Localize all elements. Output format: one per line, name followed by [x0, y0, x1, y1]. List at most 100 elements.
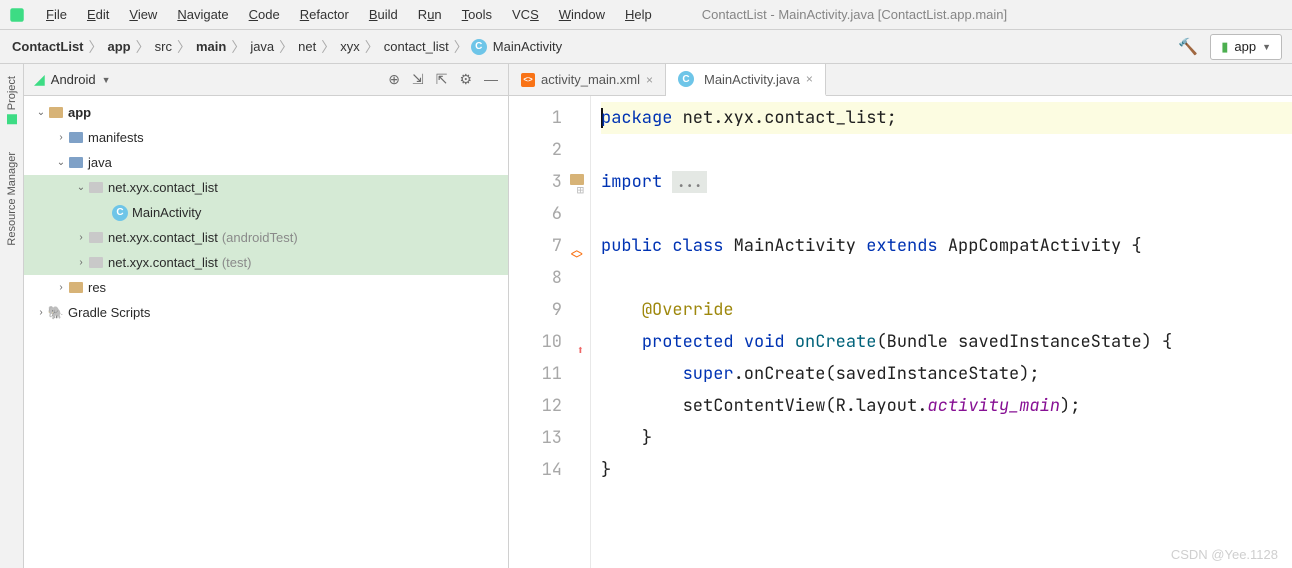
menu-vcs[interactable]: VCS [502, 3, 549, 26]
chevron-down-icon: ▼ [1262, 42, 1271, 52]
breadcrumb-xyx[interactable]: xyx [338, 39, 362, 54]
expand-arrow-icon[interactable]: › [74, 257, 88, 268]
tree-label-suffix: (test) [222, 255, 252, 270]
menu-refactor[interactable]: Refactor [290, 3, 359, 26]
menu-build[interactable]: Build [359, 3, 408, 26]
gutter-line[interactable]: 10⬆ [509, 326, 590, 358]
run-configuration-selector[interactable]: ▮ app ▼ [1210, 34, 1282, 60]
tree-node-main-activity[interactable]: › C MainActivity [24, 200, 508, 225]
tree-label: app [68, 105, 91, 120]
left-tool-strip: Project Resource Manager [0, 64, 24, 568]
tree-label: Gradle Scripts [68, 305, 150, 320]
android-studio-logo-icon [8, 6, 26, 24]
gutter-line[interactable]: 1 [509, 102, 590, 134]
tab-label: activity_main.xml [541, 72, 640, 87]
folder-icon [69, 157, 83, 168]
gradle-icon: 🐘 [48, 306, 64, 320]
gutter-line[interactable]: 12 [509, 390, 590, 422]
chevron-right-icon: 〉 [177, 37, 191, 57]
editor-tabs: <> activity_main.xml × C MainActivity.ja… [509, 64, 1292, 96]
main-area: Project Resource Manager ◢ Android ▼ ⊕ ⇲… [0, 64, 1292, 568]
breadcrumb-app[interactable]: app [106, 39, 133, 54]
tree-node-package-main[interactable]: ⌄ net.xyx.contact_list [24, 175, 508, 200]
expand-arrow-icon[interactable]: ⌄ [74, 182, 88, 193]
menu-file[interactable]: File [36, 3, 77, 26]
tree-node-package-test[interactable]: › net.xyx.contact_list (test) [24, 250, 508, 275]
chevron-right-icon: 〉 [279, 37, 293, 57]
build-hammer-icon[interactable]: 🔨 [1178, 37, 1198, 57]
tree-node-res[interactable]: › res [24, 275, 508, 300]
tree-node-gradle[interactable]: › 🐘 Gradle Scripts [24, 300, 508, 325]
tree-label: res [88, 280, 106, 295]
editor-tab-xml[interactable]: <> activity_main.xml × [509, 64, 666, 95]
tool-window-project[interactable]: Project [6, 70, 18, 130]
tree-label: java [88, 155, 112, 170]
expand-arrow-icon[interactable]: ⌄ [34, 107, 48, 118]
menu-bar: File Edit View Navigate Code Refactor Bu… [0, 0, 1292, 30]
expand-arrow-icon[interactable]: › [74, 232, 88, 243]
project-panel: ◢ Android ▼ ⊕ ⇲ ⇱ ⚙ — ⌄ app › manifests [24, 64, 509, 568]
project-tree: ⌄ app › manifests ⌄ java ⌄ net.xyx.conta… [24, 96, 508, 568]
close-icon[interactable]: × [806, 72, 813, 86]
menu-edit[interactable]: Edit [77, 3, 119, 26]
navigation-bar: ContactList 〉 app 〉 src 〉 main 〉 java 〉 … [0, 30, 1292, 64]
tree-label: manifests [88, 130, 144, 145]
hide-panel-icon[interactable]: — [484, 71, 498, 88]
breadcrumb-src[interactable]: src [153, 39, 174, 54]
code-editor[interactable]: 1 2 3⊞ 6 7<> 8 9 10⬆ 11 12 13 14 package… [509, 96, 1292, 568]
tree-node-manifests[interactable]: › manifests [24, 125, 508, 150]
menu-run[interactable]: Run [408, 3, 452, 26]
breadcrumb-java[interactable]: java [248, 39, 276, 54]
class-file-icon: C [678, 71, 694, 87]
package-icon [89, 257, 103, 268]
gutter-line[interactable]: 6 [509, 198, 590, 230]
code-text[interactable]: package net.xyx.contact_list; import ...… [591, 96, 1292, 568]
expand-arrow-icon[interactable]: › [54, 282, 68, 293]
tree-node-package-androidtest[interactable]: › net.xyx.contact_list (androidTest) [24, 225, 508, 250]
expand-arrow-icon[interactable]: › [54, 132, 68, 143]
expand-arrow-icon[interactable]: ⌄ [54, 157, 68, 168]
select-opened-file-icon[interactable]: ⊕ [388, 71, 400, 88]
menu-view[interactable]: View [119, 3, 167, 26]
tree-label: net.xyx.contact_list [108, 255, 218, 270]
chevron-right-icon: 〉 [321, 37, 335, 57]
gutter-line[interactable]: 8 [509, 262, 590, 294]
menu-navigate[interactable]: Navigate [167, 3, 238, 26]
chevron-down-icon[interactable]: ▼ [102, 75, 111, 85]
project-view-title[interactable]: Android [51, 72, 96, 87]
gutter-line[interactable]: 7<> [509, 230, 590, 262]
editor-area: <> activity_main.xml × C MainActivity.ja… [509, 64, 1292, 568]
breadcrumb-pkg[interactable]: contact_list [382, 39, 451, 54]
gutter-line[interactable]: 13 [509, 422, 590, 454]
fold-icon[interactable]: ⊞ [570, 174, 584, 185]
breadcrumb-file[interactable]: MainActivity [491, 39, 564, 54]
menu-code[interactable]: Code [239, 3, 290, 26]
expand-all-icon[interactable]: ⇲ [412, 71, 424, 88]
breadcrumb-net[interactable]: net [296, 39, 318, 54]
menu-window[interactable]: Window [549, 3, 615, 26]
gutter-line[interactable]: 11 [509, 358, 590, 390]
tree-label-suffix: (androidTest) [222, 230, 298, 245]
gutter-line[interactable]: 14 [509, 454, 590, 486]
gutter-line[interactable]: 3⊞ [509, 166, 590, 198]
menu-help[interactable]: Help [615, 3, 662, 26]
editor-tab-java[interactable]: C MainActivity.java × [666, 64, 826, 96]
gutter-line[interactable]: 9 [509, 294, 590, 326]
gutter-line[interactable]: 2 [509, 134, 590, 166]
tool-window-resource-manager[interactable]: Resource Manager [6, 146, 18, 252]
tree-node-java[interactable]: ⌄ java [24, 150, 508, 175]
expand-arrow-icon[interactable]: › [34, 307, 48, 318]
tree-node-app[interactable]: ⌄ app [24, 100, 508, 125]
breadcrumb-main[interactable]: main [194, 39, 228, 54]
menu-tools[interactable]: Tools [452, 3, 502, 26]
close-icon[interactable]: × [646, 73, 653, 87]
tab-label: MainActivity.java [704, 72, 800, 87]
gear-icon[interactable]: ⚙ [459, 71, 472, 88]
gutter: 1 2 3⊞ 6 7<> 8 9 10⬆ 11 12 13 14 [509, 96, 591, 568]
chevron-right-icon: 〉 [365, 37, 379, 57]
module-folder-icon [49, 107, 63, 118]
chevron-right-icon: 〉 [136, 37, 150, 57]
collapse-all-icon[interactable]: ⇱ [436, 71, 448, 88]
watermark: CSDN @Yee.1128 [1171, 547, 1278, 562]
breadcrumb-project[interactable]: ContactList [10, 39, 86, 54]
